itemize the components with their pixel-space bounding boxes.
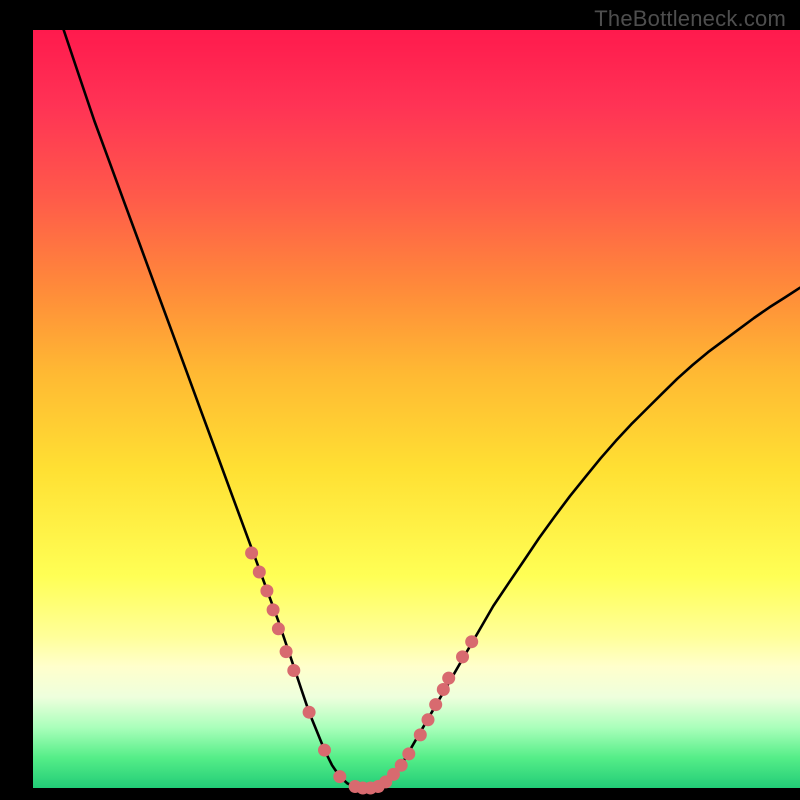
chart-root: TheBottleneck.com — [0, 0, 800, 800]
plot-area — [33, 30, 800, 788]
watermark-text: TheBottleneck.com — [594, 6, 786, 32]
